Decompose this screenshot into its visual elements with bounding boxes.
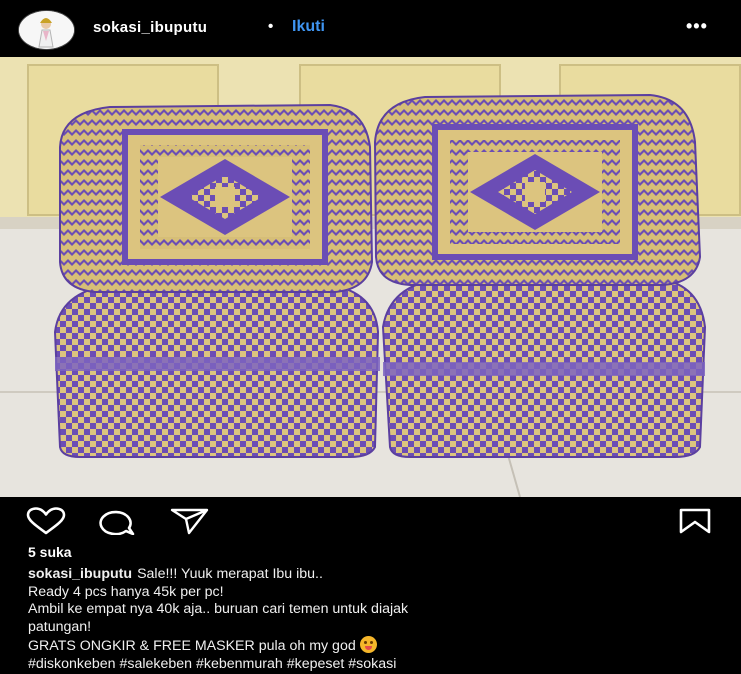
caption-hashtags[interactable]: #diskonkeben #salekeben #kebenmurah #kep…: [28, 656, 728, 674]
comment-icon[interactable]: [99, 507, 137, 540]
send-icon[interactable]: [170, 507, 210, 540]
heart-icon[interactable]: [25, 507, 67, 540]
follow-button[interactable]: Ikuti: [292, 18, 325, 36]
post-caption: sokasi_ibuputu Sale!!! Yuuk merapat Ibu i…: [28, 566, 728, 674]
separator-dot: •: [268, 18, 274, 35]
like-count[interactable]: 5 suka: [28, 544, 72, 560]
caption-line: sokasi_ibuputu Sale!!! Yuuk merapat Ibu i…: [28, 566, 728, 584]
bookmark-icon[interactable]: [678, 508, 712, 539]
avatar[interactable]: [18, 10, 75, 50]
caption-line: patungan!: [28, 618, 92, 635]
post-actions: [0, 497, 741, 545]
more-options-icon[interactable]: •••: [686, 16, 708, 37]
caption-text: Sale!!! Yuuk merapat Ibu ibu..: [137, 566, 323, 582]
username[interactable]: sokasi_ibuputu: [93, 19, 207, 36]
caption-text: GRATS ONGKIR & FREE MASKER pula oh my go…: [28, 638, 356, 655]
caption-username[interactable]: sokasi_ibuputu: [28, 566, 132, 582]
woven-basket-photo: [0, 57, 741, 497]
post-header: sokasi_ibuputu • Ikuti •••: [0, 0, 741, 57]
caption-line: GRATS ONGKIR & FREE MASKER pula oh my go…: [28, 636, 728, 656]
smiling-face-emoji: [359, 636, 377, 654]
post-image[interactable]: [0, 57, 741, 497]
caption-line: Ready 4 pcs hanya 45k per pc!: [28, 583, 224, 600]
caption-line: Ambil ke empat nya 40k aja.. buruan cari…: [28, 601, 409, 618]
